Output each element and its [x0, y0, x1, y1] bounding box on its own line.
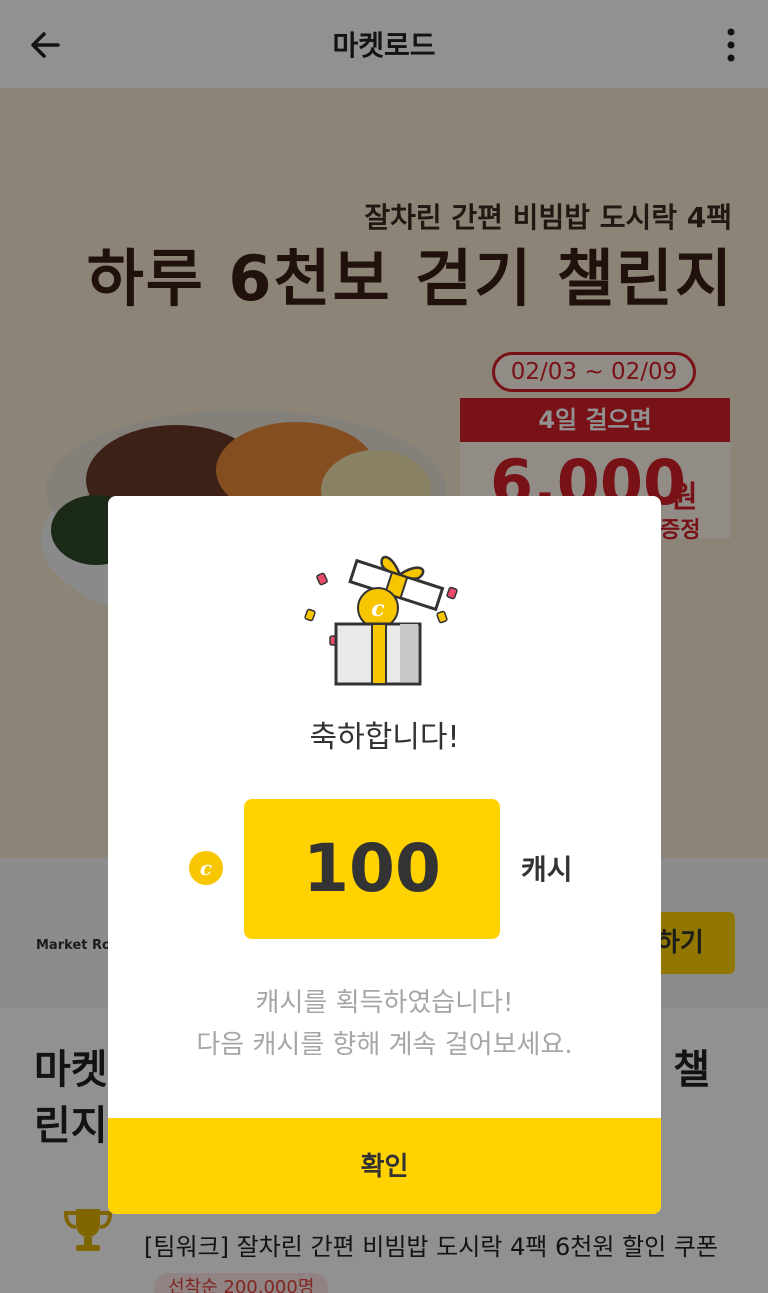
cash-unit-label: 캐시	[521, 853, 573, 886]
gift-box-icon: c	[304, 555, 458, 686]
description-line1: 캐시를 획득하였습니다!	[255, 988, 514, 1018]
reward-description: 캐시를 획득하였습니다! 다음 캐시를 향해 계속 걸어보세요.	[108, 982, 661, 1066]
svg-text:c: c	[200, 856, 212, 880]
congrats-text: 축하합니다!	[309, 720, 460, 755]
reward-modal: c 축하합니다! c 100 캐시 캐시를 획득하였습니다! 다음 캐시를 향해…	[108, 496, 661, 1214]
cash-coin-icon: c	[189, 851, 223, 885]
confirm-button[interactable]: 확인	[108, 1118, 661, 1214]
svg-text:c: c	[371, 596, 385, 622]
description-line2: 다음 캐시를 향해 계속 걸어보세요.	[196, 1030, 573, 1060]
cash-amount: 100	[244, 799, 500, 939]
